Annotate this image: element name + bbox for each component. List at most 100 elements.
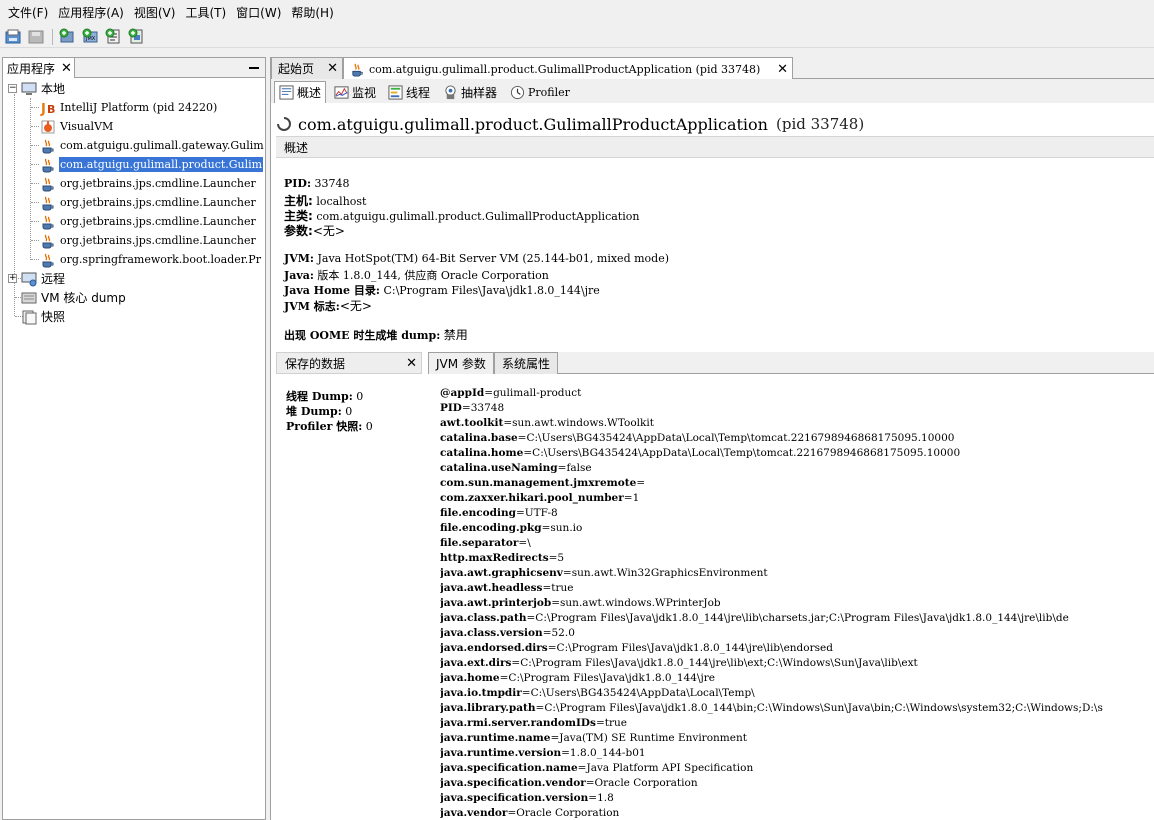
saved-heap-dump: 堆 Dump: 0 (286, 403, 352, 419)
menu-window[interactable]: 窗口(W) (231, 0, 286, 26)
info-jvm-flags: JVM 标志:<无> (284, 297, 372, 314)
add-heap-dump-icon[interactable] (104, 27, 123, 46)
tree-node-app[interactable]: org.springframework.boot.loader.Pr (40, 250, 262, 269)
property-equals: = (561, 747, 570, 759)
property-row: java.vendor=Oracle Corporation (440, 806, 1154, 820)
property-value: C:\Program Files\Java\jdk1.8.0_144\jre\l… (535, 612, 1069, 624)
tree-node-app[interactable]: org.jetbrains.jps.cmdline.Launcher (40, 174, 257, 193)
tree-node-label: org.jetbrains.jps.cmdline.Launcher (60, 196, 256, 209)
saved-data-header: 保存的数据 ✕ (276, 352, 422, 374)
property-value: C:\Users\BG435424\AppData\Local\Temp\tom… (526, 432, 955, 444)
saved-data-label: 保存的数据 (285, 356, 346, 371)
saved-label: Profiler 快照: (286, 420, 363, 433)
close-icon[interactable]: ✕ (777, 62, 788, 77)
property-row: catalina.useNaming=false (440, 461, 1154, 476)
property-key: java.specification.version (440, 792, 589, 804)
saved-label: 线程 Dump: (286, 390, 353, 403)
property-equals: = (542, 582, 552, 594)
main-panel: 起始页 ✕ com.atguigu.gulimall.product.Gulim… (270, 57, 1154, 820)
property-row: java.endorsed.dirs=C:\Program Files\Java… (440, 641, 1154, 656)
property-equals: = (547, 642, 557, 654)
add-jmx-icon[interactable] (58, 27, 77, 46)
info-value: <无> (339, 299, 372, 313)
tree-node-remote[interactable]: 远程 (21, 269, 66, 288)
property-key: java.awt.graphicsenv (440, 567, 563, 579)
tab-monitor[interactable]: 监视 (329, 81, 381, 103)
menu-applications[interactable]: 应用程序(A) (53, 0, 129, 26)
system-properties-list: @appId=gulimall-product PID=33748 awt.tool… (440, 386, 1154, 820)
close-icon[interactable]: ✕ (327, 61, 338, 76)
property-row: file.encoding=UTF-8 (440, 506, 1154, 521)
menu-tools[interactable]: 工具(T) (180, 0, 231, 26)
menu-view[interactable]: 视图(V) (129, 0, 181, 26)
add-snapshot-icon[interactable] (127, 27, 146, 46)
overview-section-header[interactable]: 概述 (276, 136, 1154, 158)
app-name: com.atguigu.gulimall.product.GulimallPro… (298, 114, 768, 134)
tree-node-coredump[interactable]: VM 核心 dump (21, 288, 127, 307)
property-equals: = (562, 567, 572, 579)
property-key: catalina.base (440, 432, 518, 444)
tab-threads-label: 线程 (406, 85, 431, 100)
property-equals: = (550, 732, 560, 744)
tree-node-label: com.atguigu.gulimall.product.Gulim (59, 157, 264, 172)
collapse-icon[interactable]: − (8, 84, 17, 93)
saved-thread-dump: 线程 Dump: 0 (286, 388, 363, 404)
core-dump-icon (21, 292, 37, 303)
tree-node-local[interactable]: 本地 (21, 79, 66, 98)
expand-icon[interactable]: + (8, 274, 17, 283)
tab-applications[interactable]: 应用程序 ✕ (3, 58, 75, 78)
saved-label: 堆 Dump: (286, 405, 342, 418)
tree-connector (31, 221, 39, 222)
minimize-icon[interactable] (249, 67, 259, 69)
tab-overview[interactable]: 概述 (274, 81, 327, 103)
tree-node-app[interactable]: com.atguigu.gulimall.gateway.Gulim (40, 136, 265, 155)
info-label: Java Home 目录: (284, 284, 380, 297)
java-icon (42, 139, 54, 153)
menu-file[interactable]: 文件(F) (3, 0, 53, 26)
tab-threads[interactable]: 线程 (383, 81, 435, 103)
tab-application-label: com.atguigu.gulimall.product.GulimallPro… (369, 62, 761, 76)
tree-node-app[interactable]: JB IntelliJ Platform (pid 24220) (40, 98, 218, 117)
property-row: java.library.path=C:\Program Files\Java\… (440, 701, 1154, 716)
threads-icon (388, 84, 403, 100)
property-value: false (566, 462, 592, 474)
tree-node-snapshots[interactable]: 快照 (21, 307, 66, 326)
property-equals: = (521, 687, 531, 699)
property-equals: = (461, 402, 471, 414)
tree-node-app[interactable]: org.jetbrains.jps.cmdline.Launcher (40, 193, 257, 212)
save-icon[interactable] (27, 27, 46, 46)
info-java: Java: 版本 1.8.0_144, 供应商 Oracle Corporati… (284, 267, 549, 283)
tree-connector (31, 202, 39, 203)
property-value: gulimall-product (493, 387, 582, 399)
property-value: sun.awt.windows.WToolkit (512, 417, 654, 429)
tab-system-properties[interactable]: 系统属性 (494, 352, 559, 374)
tab-sampler[interactable]: 抽样器 (438, 81, 502, 103)
tab-jvm-args-label: JVM 参数 (436, 357, 486, 371)
tab-start-page[interactable]: 起始页 ✕ (271, 57, 343, 79)
info-label: 出现 OOME 时生成堆 dump: (284, 329, 441, 342)
property-value: C:\Users\BG435424\AppData\Local\Temp\tom… (532, 447, 961, 459)
tree-node-app[interactable]: org.jetbrains.jps.cmdline.Launcher (40, 212, 257, 231)
menu-help[interactable]: 帮助(H) (286, 0, 338, 26)
tree-node-app-selected[interactable]: com.atguigu.gulimall.product.Gulim (40, 155, 264, 174)
property-row: java.awt.graphicsenv=sun.awt.Win32Graphi… (440, 566, 1154, 581)
info-value: Java HotSpot(TM) 64-Bit Server VM (25.14… (317, 252, 670, 265)
tree-node-app[interactable]: VisualVM (40, 117, 114, 136)
close-icon[interactable]: ✕ (61, 61, 72, 76)
tab-profiler[interactable]: Profiler (505, 81, 575, 103)
overview-section-label: 概述 (284, 140, 309, 155)
close-icon[interactable]: ✕ (406, 356, 417, 371)
tree-node-app[interactable]: org.jetbrains.jps.cmdline.Launcher (40, 231, 257, 250)
info-value: 33748 (314, 177, 350, 190)
property-value: 5 (557, 552, 565, 564)
tab-overview-label: 概述 (297, 86, 322, 100)
info-label: 主机: (284, 194, 313, 208)
property-row: catalina.base=C:\Users\BG435424\AppData\… (440, 431, 1154, 446)
property-key: java.class.version (440, 627, 543, 639)
tab-application[interactable]: com.atguigu.gulimall.product.GulimallPro… (343, 57, 793, 80)
property-value: sun.awt.Win32GraphicsEnvironment (571, 567, 768, 579)
tree-node-label: com.atguigu.gulimall.gateway.Gulim (60, 139, 264, 152)
tab-jvm-args[interactable]: JVM 参数 (428, 352, 494, 374)
open-icon[interactable] (4, 27, 23, 46)
add-core-dump-icon[interactable]: JMX (81, 27, 100, 46)
